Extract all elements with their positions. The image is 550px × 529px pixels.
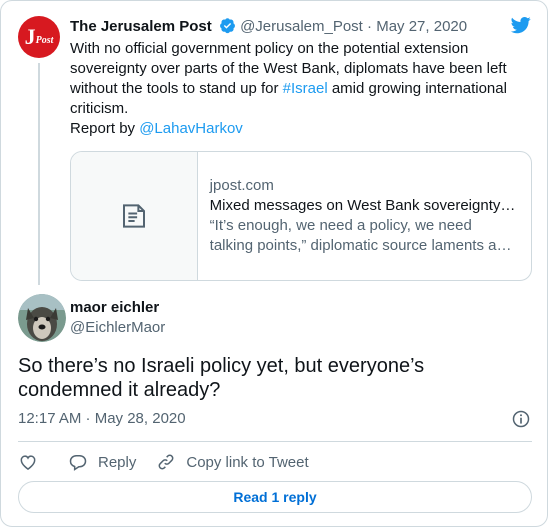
reply-author-name[interactable]: maor eichler (70, 298, 159, 318)
article-icon (122, 204, 145, 228)
tweet-text: With no official government policy on th… (70, 39, 515, 139)
tweet-header: The Jerusalem Post @Jerusalem_Post · May… (70, 17, 467, 37)
info-icon[interactable] (511, 409, 531, 429)
reply-button[interactable]: Reply (68, 452, 136, 472)
author-name[interactable]: The Jerusalem Post (70, 18, 212, 35)
header-separator: · (367, 18, 373, 35)
action-bar: Reply Copy link to Tweet (18, 450, 329, 474)
link-preview-card[interactable]: jpost.com Mixed messages on West Bank so… (70, 151, 532, 281)
dog-photo-avatar-icon (18, 294, 66, 342)
thread-connector-line (38, 63, 40, 285)
maor-eichler-avatar[interactable] (18, 294, 66, 342)
divider (18, 441, 532, 442)
reply-label: Reply (98, 453, 137, 471)
copy-link-label: Copy link to Tweet (186, 453, 309, 471)
link-domain: jpost.com (209, 177, 274, 194)
reply-text: So there’s no Israeli policy yet, but ev… (18, 355, 425, 401)
verified-badge-icon (219, 18, 235, 34)
link-description: “It’s enough, we need a policy, we need … (209, 217, 512, 254)
link-title: Mixed messages on West Bank sovereignty… (209, 197, 516, 214)
reply-author-handle[interactable]: @EichlerMaor (70, 318, 165, 338)
report-prefix: Report by (70, 120, 140, 137)
tweet-date[interactable]: May 27, 2020 (376, 18, 467, 35)
link-card-body: jpost.com Mixed messages on West Bank so… (198, 152, 531, 280)
copy-link-button[interactable]: Copy link to Tweet (156, 452, 309, 472)
like-button[interactable] (18, 452, 48, 472)
tweet-embed-card: J Post The Jerusalem Post @Jerusalem_Post… (0, 0, 548, 527)
reply-timestamp[interactable]: 12:17 AM · May 28, 2020 (18, 409, 186, 429)
avatar-logo-post: Post (35, 34, 54, 46)
jerusalem-post-avatar[interactable]: J Post (18, 16, 60, 58)
author-handle[interactable]: @Jerusalem_Post (240, 18, 363, 35)
link-thumbnail (71, 152, 198, 280)
twitter-bird-icon[interactable] (509, 15, 533, 35)
read-replies-button[interactable]: Read 1 reply (18, 481, 532, 513)
reply-bubble-icon (69, 455, 87, 471)
link-chain-icon (158, 454, 174, 470)
hashtag-link[interactable]: #Israel (283, 80, 328, 97)
heart-icon (20, 455, 36, 470)
avatar-logo-j: J (24, 24, 36, 49)
mention-link[interactable]: @LahavHarkov (139, 120, 243, 137)
